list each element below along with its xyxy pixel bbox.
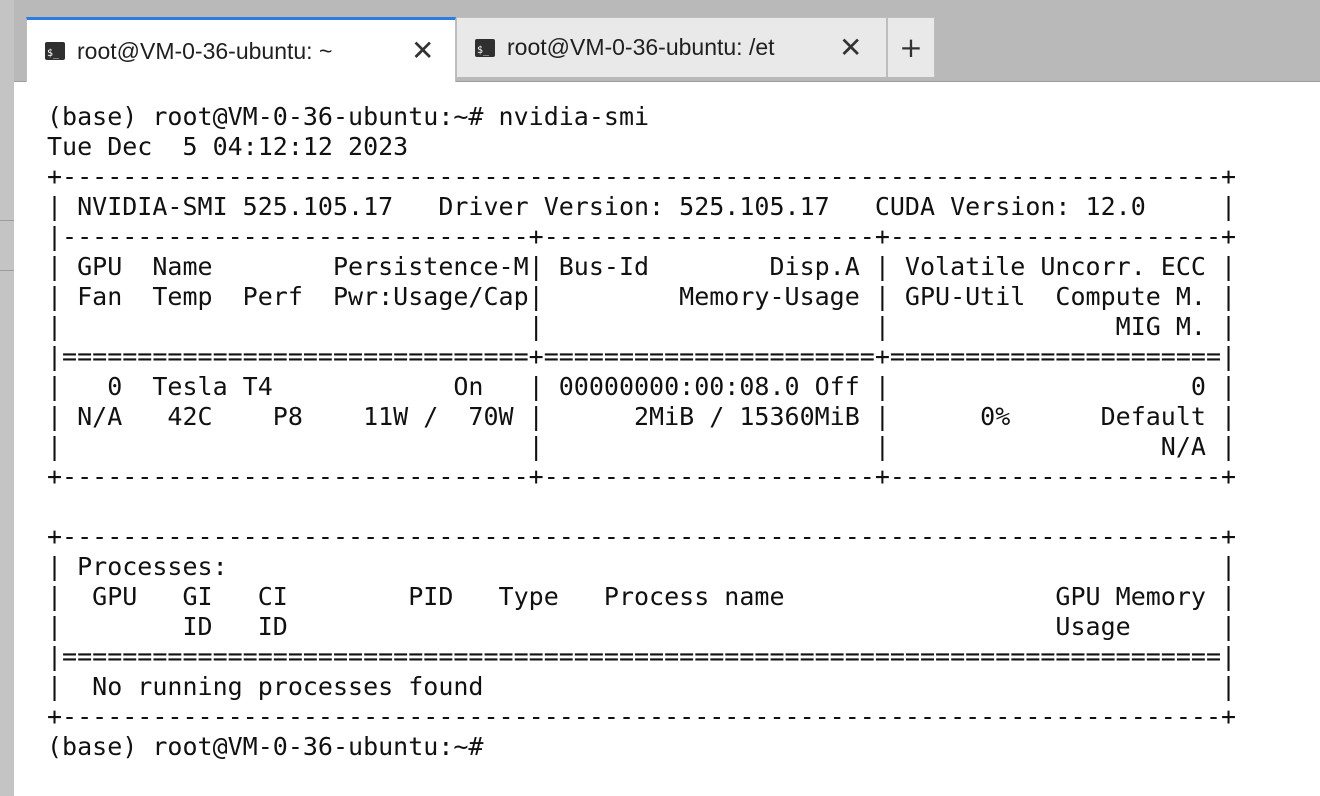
close-icon[interactable]: ✕ — [411, 37, 434, 65]
terminal-icon: $_ — [45, 42, 65, 60]
tab-etc[interactable]: $_ root@VM-0-36-ubuntu: /et ✕ — [456, 17, 887, 77]
terminal-line: +---------------------------------------… — [47, 702, 1237, 731]
terminal-icon: $_ — [475, 38, 495, 57]
terminal-line: | Fan Temp Perf Pwr:Usage/Cap| Memory-Us… — [47, 282, 1237, 311]
tab-bar: $_ root@VM-0-36-ubuntu: ~ ✕ $_ root@VM-0… — [14, 8, 1320, 82]
left-border-divider — [0, 270, 14, 271]
terminal-line: | NVIDIA-SMI 525.105.17 Driver Version: … — [47, 192, 1237, 221]
left-border-divider — [0, 220, 14, 221]
terminal-line: +---------------------------------------… — [47, 162, 1237, 191]
terminal-line: |===============================+=======… — [47, 342, 1237, 371]
close-icon[interactable]: ✕ — [839, 33, 862, 62]
terminal-line: +---------------------------------------… — [47, 522, 1237, 551]
terminal-line: | | | MIG M. | — [47, 312, 1237, 341]
terminal-line: | 0 Tesla T4 On | 00000000:00:08.0 Off |… — [47, 372, 1237, 401]
tab-title: root@VM-0-36-ubuntu: /et — [507, 34, 775, 60]
terminal-line: | ID ID Usage | — [47, 612, 1237, 641]
terminal-line: | | | N/A | — [47, 432, 1237, 461]
new-tab-button[interactable]: + — [887, 17, 935, 77]
terminal-pane[interactable]: (base) root@VM-0-36-ubuntu:~# nvidia-smi… — [14, 83, 1320, 796]
terminal-line: (base) root@VM-0-36-ubuntu:~# — [47, 732, 484, 761]
terminal-line: | GPU Name Persistence-M| Bus-Id Disp.A … — [47, 252, 1237, 281]
terminal-line: | Processes: | — [47, 552, 1237, 581]
window-left-border — [0, 0, 14, 796]
tab-title: root@VM-0-36-ubuntu: ~ — [77, 37, 333, 64]
terminal-output: (base) root@VM-0-36-ubuntu:~# nvidia-smi… — [47, 102, 1236, 762]
terminal-line: | GPU GI CI PID Type Process name GPU Me… — [47, 582, 1237, 611]
terminal-line: (base) root@VM-0-36-ubuntu:~# nvidia-smi — [47, 102, 650, 131]
terminal-line: | No running processes found | — [47, 672, 1237, 701]
terminal-line: Tue Dec 5 04:12:12 2023 — [47, 132, 409, 161]
terminal-line: |-------------------------------+-------… — [47, 222, 1237, 251]
tab-home[interactable]: $_ root@VM-0-36-ubuntu: ~ ✕ — [26, 17, 456, 82]
terminal-line: | N/A 42C P8 11W / 70W | 2MiB / 15360MiB… — [47, 402, 1237, 431]
terminal-line: +-------------------------------+-------… — [47, 462, 1237, 491]
terminal-line: |=======================================… — [47, 642, 1237, 671]
window-top-border — [0, 0, 1320, 8]
